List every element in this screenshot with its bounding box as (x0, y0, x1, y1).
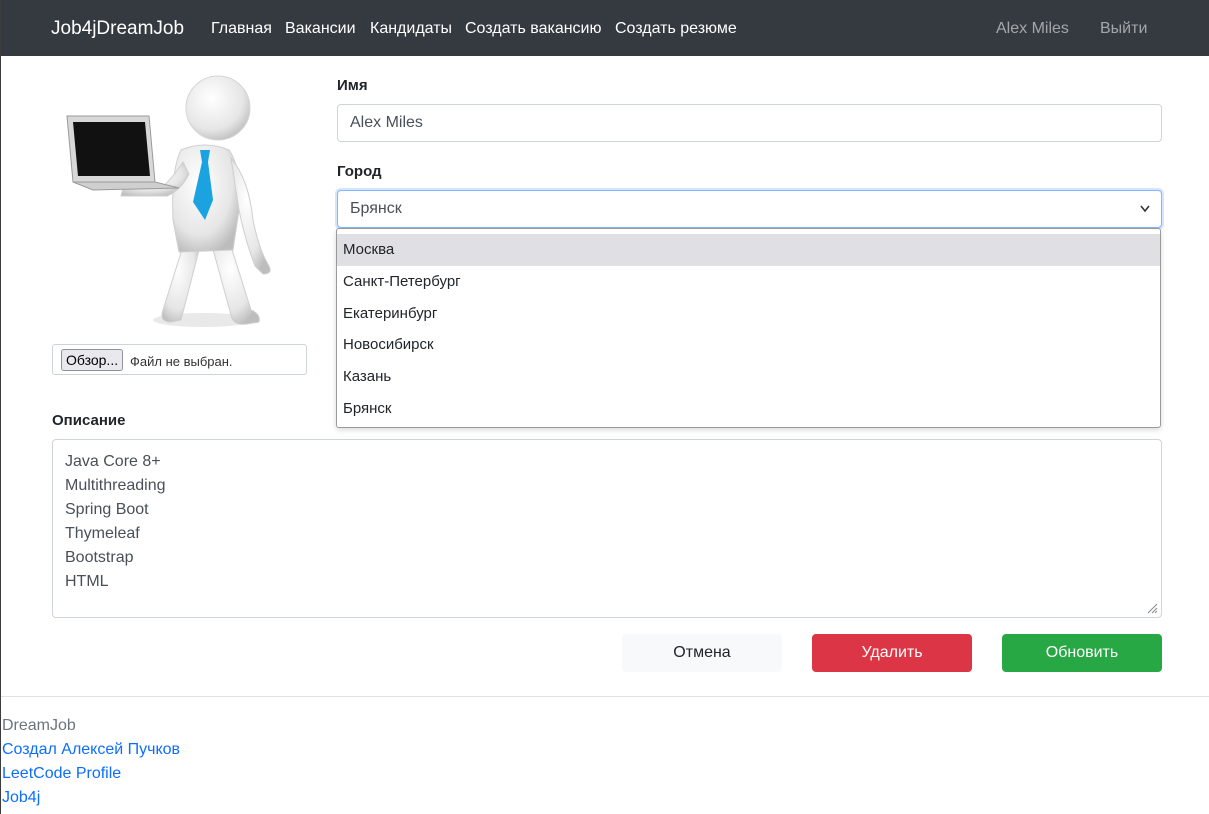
footer-link-author[interactable]: Создал Алексей Пучков (2, 741, 180, 759)
footer-divider (1, 696, 1209, 697)
navbar: Job4jDreamJob Главная Вакансии Кандидаты… (1, 0, 1209, 56)
description-line: Bootstrap (65, 549, 134, 566)
description-line: Multithreading (65, 477, 166, 494)
description-label: Описание (52, 412, 126, 429)
brand-link[interactable]: Job4jDreamJob (51, 18, 184, 40)
city-option-moscow[interactable]: Москва (337, 234, 1160, 266)
city-dropdown-list: Москва Санкт-Петербург Екатеринбург Ново… (336, 228, 1161, 428)
nav-link-create-resume[interactable]: Создать резюме (615, 20, 737, 38)
city-option-yekaterinburg[interactable]: Екатеринбург (337, 298, 1160, 330)
city-option-kazan[interactable]: Казань (337, 361, 1160, 393)
update-button[interactable]: Обновить (1002, 634, 1162, 672)
city-label: Город (337, 163, 382, 180)
browse-button[interactable]: Обзор... (61, 349, 124, 371)
nav-link-vacancies[interactable]: Вакансии (285, 20, 356, 38)
footer-link-leetcode[interactable]: LeetCode Profile (2, 765, 121, 783)
name-label: Имя (337, 77, 368, 94)
file-status-text: Файл не выбран. (130, 354, 233, 369)
candidate-photo (66, 75, 271, 327)
footer-title: DreamJob (2, 717, 76, 734)
description-textarea[interactable]: Java Core 8+ Multithreading Spring Boot … (52, 439, 1162, 618)
nav-user-name[interactable]: Alex Miles (996, 20, 1069, 38)
resize-grip-icon[interactable] (1147, 603, 1158, 614)
city-selected-value: Брянск (350, 200, 402, 217)
city-option-novosibirsk[interactable]: Новосибирск (337, 329, 1160, 361)
nav-link-create-vacancy[interactable]: Создать вакансию (465, 20, 602, 38)
nav-link-candidates[interactable]: Кандидаты (370, 20, 452, 38)
city-select[interactable]: Брянск (337, 190, 1162, 228)
name-input[interactable]: Alex Miles (337, 104, 1162, 142)
description-line: Spring Boot (65, 501, 149, 518)
description-line: Java Core 8+ (65, 453, 161, 470)
city-option-bryansk[interactable]: Брянск (337, 393, 1160, 425)
city-option-saint-petersburg[interactable]: Санкт-Петербург (337, 266, 1160, 298)
nav-link-home[interactable]: Главная (211, 20, 272, 38)
description-line: Thymeleaf (65, 525, 140, 542)
nav-logout-link[interactable]: Выйти (1100, 20, 1147, 38)
footer-link-job4j[interactable]: Job4j (2, 789, 40, 807)
photo-file-input[interactable]: Обзор... Файл не выбран. (52, 344, 307, 375)
delete-button[interactable]: Удалить (812, 634, 972, 672)
description-line: HTML (65, 573, 109, 590)
cancel-button[interactable]: Отмена (622, 634, 782, 672)
